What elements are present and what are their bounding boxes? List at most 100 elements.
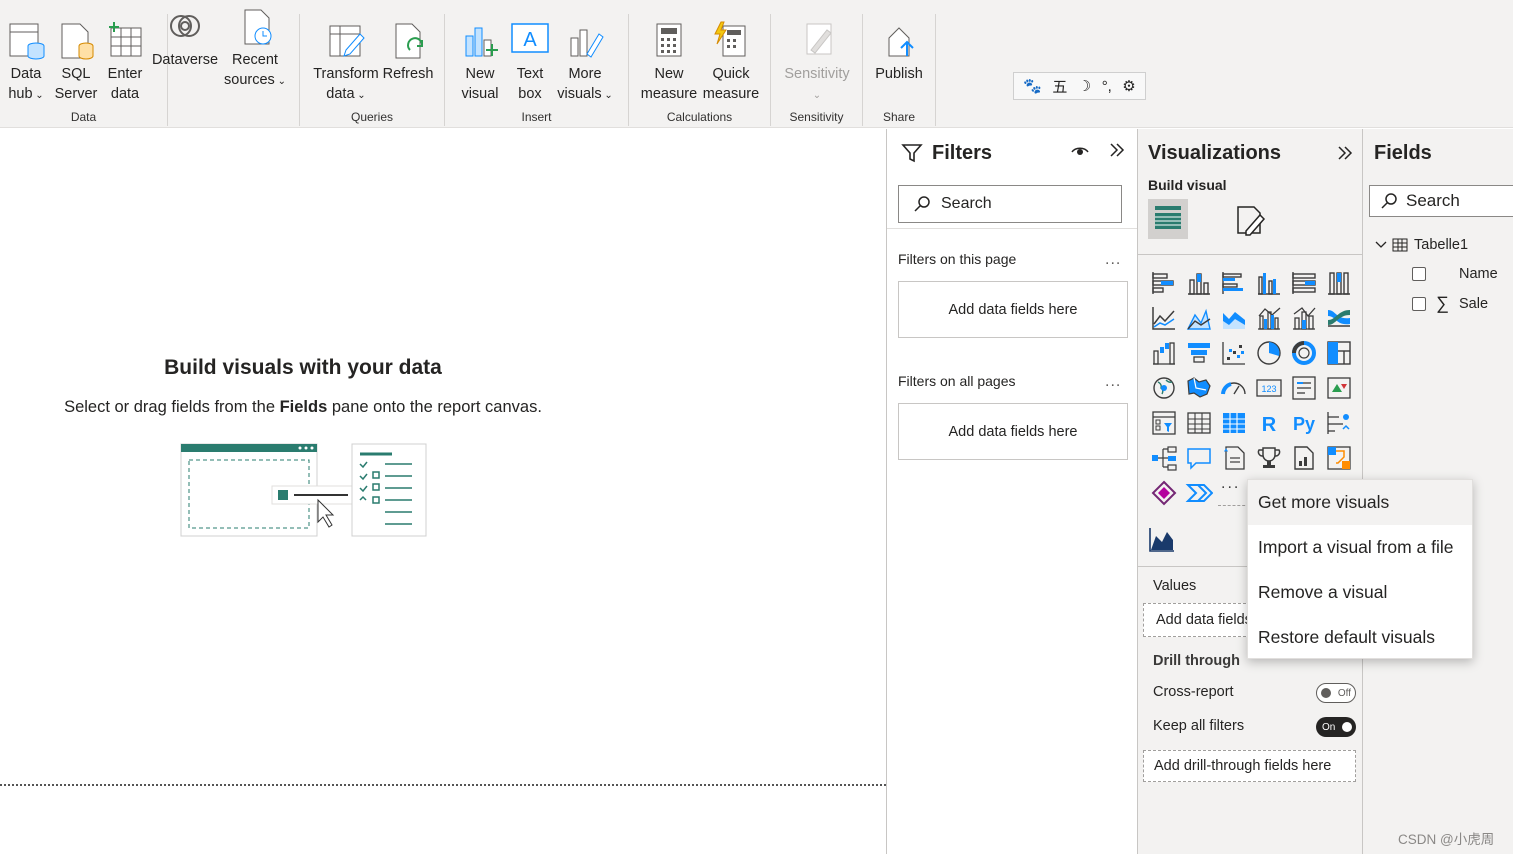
custom-visual-area-icon[interactable] bbox=[1148, 525, 1176, 553]
new-visual-button[interactable]: New visual bbox=[457, 20, 503, 104]
filters-this-page-well[interactable]: Add data fields here bbox=[898, 281, 1128, 338]
punctuation-icon[interactable]: °, bbox=[1102, 78, 1112, 95]
moon-icon[interactable]: ☽ bbox=[1078, 77, 1091, 95]
cross-report-toggle[interactable]: Off bbox=[1316, 683, 1356, 703]
donut-chart-icon[interactable] bbox=[1290, 339, 1318, 367]
wubi-icon[interactable]: 五 bbox=[1052, 76, 1067, 97]
trophy-goals-icon[interactable] bbox=[1255, 444, 1283, 472]
format-visual-icon[interactable] bbox=[1234, 203, 1268, 237]
area-chart-icon[interactable] bbox=[1185, 304, 1213, 332]
gauge-icon[interactable] bbox=[1220, 374, 1248, 402]
matrix-icon[interactable] bbox=[1220, 409, 1248, 437]
table-node[interactable]: Tabelle1 bbox=[1374, 235, 1513, 255]
get-more-visuals-menu-item[interactable]: Get more visuals bbox=[1248, 480, 1472, 525]
multi-row-card-icon[interactable] bbox=[1290, 374, 1318, 402]
power-automate-flow-icon[interactable] bbox=[1185, 479, 1213, 507]
drill-through-well[interactable]: Add drill-through fields here bbox=[1143, 750, 1356, 782]
new-measure-button[interactable]: New measure bbox=[639, 20, 699, 104]
collapse-filters-icon[interactable] bbox=[1108, 141, 1126, 159]
decomposition-tree-icon[interactable] bbox=[1150, 444, 1178, 472]
line-chart-icon[interactable] bbox=[1150, 304, 1178, 332]
paginated-report-icon[interactable] bbox=[1290, 444, 1318, 472]
quick-measure-label-2: measure bbox=[702, 86, 760, 102]
more-visuals-options-button[interactable]: ... bbox=[1221, 475, 1240, 493]
filters-all-pages-label: Filters on all pages bbox=[898, 373, 1016, 389]
field-name[interactable]: Name bbox=[1459, 266, 1498, 282]
100-stacked-column-chart-icon[interactable] bbox=[1325, 269, 1353, 297]
line-stacked-column-icon[interactable] bbox=[1290, 304, 1318, 332]
recent-sources-button[interactable]: Recent sources ⌄ bbox=[222, 6, 288, 92]
card-icon[interactable]: 123 bbox=[1255, 374, 1283, 402]
more-visuals-label-1: More bbox=[568, 66, 602, 82]
field-sale[interactable]: Sale bbox=[1459, 296, 1488, 312]
filters-all-pages-well[interactable]: Add data fields here bbox=[898, 403, 1128, 460]
fields-title: Fields bbox=[1374, 142, 1432, 164]
line-clustered-column-icon[interactable] bbox=[1255, 304, 1283, 332]
collapse-visualizations-icon[interactable] bbox=[1336, 144, 1354, 162]
field-checkbox-name[interactable] bbox=[1412, 267, 1426, 281]
field-checkbox-sale[interactable] bbox=[1412, 297, 1426, 311]
python-visual-icon[interactable]: Py bbox=[1290, 409, 1318, 437]
refresh-label: Refresh bbox=[382, 66, 434, 82]
chevron-down-icon[interactable] bbox=[1374, 238, 1388, 252]
key-influencers-icon[interactable] bbox=[1325, 409, 1353, 437]
waterfall-chart-icon[interactable] bbox=[1150, 339, 1178, 367]
drill-through-label: Drill through bbox=[1153, 653, 1240, 669]
report-canvas[interactable] bbox=[0, 129, 886, 854]
enter-data-label-2: data bbox=[110, 86, 140, 102]
power-automate-icon[interactable] bbox=[1325, 444, 1353, 472]
stacked-bar-chart-icon[interactable] bbox=[1150, 269, 1178, 297]
power-apps-icon[interactable] bbox=[1150, 479, 1178, 507]
qa-visual-icon[interactable] bbox=[1185, 444, 1213, 472]
remove-visual-menu-item[interactable]: Remove a visual bbox=[1248, 570, 1472, 615]
kpi-icon[interactable] bbox=[1325, 374, 1353, 402]
scatter-chart-icon[interactable] bbox=[1220, 339, 1248, 367]
paw-icon[interactable]: 🐾 bbox=[1023, 77, 1042, 95]
build-tab-divider bbox=[1138, 254, 1362, 255]
filters-this-page-more-button[interactable]: ... bbox=[1105, 251, 1121, 269]
100-stacked-bar-chart-icon[interactable] bbox=[1290, 269, 1318, 297]
stacked-column-chart-icon[interactable] bbox=[1185, 269, 1213, 297]
keep-all-filters-toggle[interactable]: On bbox=[1316, 717, 1356, 737]
more-visuals-button[interactable]: More visuals ⌄ bbox=[557, 20, 613, 106]
refresh-button[interactable]: Refresh bbox=[382, 20, 434, 84]
sensitivity-button[interactable]: Sensitivity ⌄ bbox=[777, 20, 857, 106]
build-visual-tab[interactable] bbox=[1148, 199, 1188, 239]
table-add-icon bbox=[109, 22, 142, 57]
chevron-down-icon: ⌄ bbox=[354, 90, 366, 101]
filters-search-input[interactable]: Search bbox=[898, 185, 1122, 223]
ribbon-chart-icon[interactable] bbox=[1325, 304, 1353, 332]
stacked-area-chart-icon[interactable] bbox=[1220, 304, 1248, 332]
canvas-empty-title: Build visuals with your data bbox=[164, 356, 442, 379]
import-visual-from-file-menu-item[interactable]: Import a visual from a file bbox=[1248, 525, 1472, 570]
new-measure-label-2: measure bbox=[640, 86, 698, 102]
dataverse-button[interactable]: Dataverse bbox=[150, 6, 220, 70]
sql-server-button[interactable]: SQL Server bbox=[52, 20, 100, 104]
ime-toolbar[interactable]: 🐾 五 ☽ °, ⚙ bbox=[1013, 72, 1146, 100]
eye-icon[interactable] bbox=[1070, 142, 1090, 158]
fields-search-input[interactable]: Search bbox=[1369, 185, 1513, 217]
clustered-column-chart-icon[interactable] bbox=[1255, 269, 1283, 297]
map-icon[interactable] bbox=[1150, 374, 1178, 402]
slicer-icon[interactable] bbox=[1150, 409, 1178, 437]
pie-chart-icon[interactable] bbox=[1255, 339, 1283, 367]
filters-pane: Filters Search Filters on this page ... … bbox=[886, 129, 1138, 854]
data-hub-button[interactable]: Data hub ⌄ bbox=[2, 20, 50, 106]
enter-data-button[interactable]: Enter data bbox=[102, 20, 148, 104]
treemap-icon[interactable] bbox=[1325, 339, 1353, 367]
filled-map-icon[interactable] bbox=[1185, 374, 1213, 402]
group-sensitivity: Sensitivity ⌄ Sensitivity bbox=[771, 14, 863, 126]
text-box-button[interactable]: A Text box bbox=[507, 20, 553, 104]
quick-measure-button[interactable]: Quick measure bbox=[701, 20, 761, 104]
funnel-chart-icon[interactable] bbox=[1185, 339, 1213, 367]
table-icon[interactable] bbox=[1185, 409, 1213, 437]
publish-button[interactable]: Publish bbox=[869, 20, 929, 84]
gear-icon[interactable]: ⚙ bbox=[1122, 77, 1135, 95]
filters-all-pages-more-button[interactable]: ... bbox=[1105, 373, 1121, 391]
smart-narrative-icon[interactable] bbox=[1220, 444, 1248, 472]
restore-default-visuals-menu-item[interactable]: Restore default visuals bbox=[1248, 615, 1472, 660]
transform-data-label-2: data bbox=[326, 86, 355, 102]
r-script-visual-icon[interactable]: R bbox=[1255, 409, 1283, 437]
clustered-bar-chart-icon[interactable] bbox=[1220, 269, 1248, 297]
transform-data-button[interactable]: Transform data ⌄ bbox=[310, 20, 382, 106]
